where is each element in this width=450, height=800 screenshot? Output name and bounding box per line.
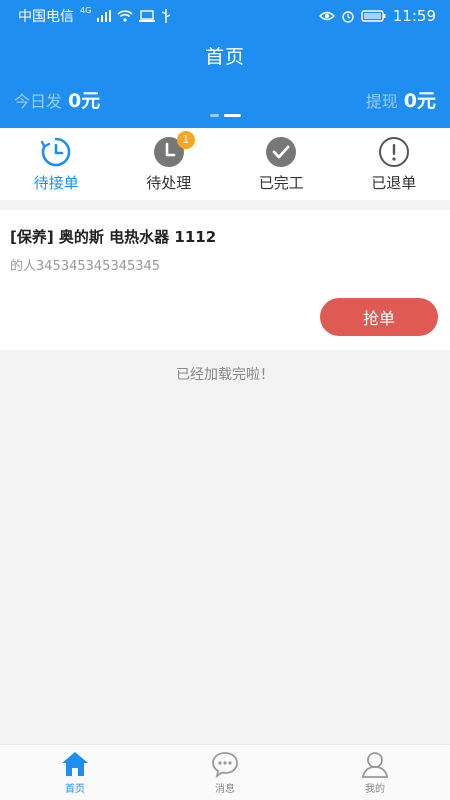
laptop-icon [139,10,156,22]
bottom-nav: 首页 消息 我的 [0,744,450,800]
tab-completed[interactable]: 已完工 [225,128,338,200]
tab-pending-accept[interactable]: 待接单 [0,128,113,200]
stat-withdraw[interactable]: 提现 0元 [366,86,436,113]
header: 中国电信 4G 11:59 首页 今日发 0元 提现 0元 [0,0,450,128]
pager-dots [0,114,450,117]
nav-item-home[interactable]: 首页 [0,745,150,800]
tab-pending-accept-label: 待接单 [33,174,79,192]
signal-icon [97,10,112,22]
carrier-label: 中国电信 [18,9,74,25]
eye-icon [318,11,335,21]
order-status-tabs: 待接单 1 待处理 已完工 已退单 [0,128,450,200]
network-label: 4G [80,6,92,15]
home-icon [62,752,88,776]
pager-dot [209,114,219,117]
clock-time: 11:59 [392,7,436,25]
list-end-message: 已经加载完啦！ [176,367,274,383]
message-icon [212,752,238,778]
order-title: [保养] 奥的斯 电热水器 1112 [10,228,217,246]
stat-today-value: 0元 [68,90,101,112]
tab-pending-process-label: 待处理 [146,174,192,192]
wifi-icon [117,10,133,22]
check-circle-icon [266,137,297,167]
usb-icon [161,9,171,23]
status-bar: 中国电信 4G 11:59 [0,0,450,32]
nav-messages-label: 消息 [215,784,235,795]
stat-today: 今日发 0元 [14,86,100,113]
order-subtitle: 的人345345345345345 [10,259,161,274]
user-icon [361,752,389,778]
stat-withdraw-label[interactable]: 提现 [366,88,398,112]
stat-today-label: 今日发 [14,92,63,111]
stat-withdraw-value: 0元 [403,90,436,112]
tab-returned[interactable]: 已退单 [338,128,450,200]
nav-item-messages[interactable]: 消息 [150,745,300,800]
tab-badge: 1 [176,131,195,149]
nav-profile-label: 我的 [365,784,385,795]
nav-home-label: 首页 [65,784,85,795]
exclamation-circle-icon [378,137,409,167]
nav-item-profile[interactable]: 我的 [300,745,450,800]
tab-completed-label: 已完工 [258,174,304,192]
pager-dot-active [223,114,241,117]
page-title: 首页 [204,46,245,68]
alarm-icon [342,11,354,23]
order-card[interactable]: [保养] 奥的斯 电热水器 1112 的人345345345345345 抢单 [0,210,450,350]
grab-order-button[interactable]: 抢单 [320,298,438,336]
tab-pending-process[interactable]: 1 待处理 [113,128,226,200]
header-stats: 今日发 0元 提现 0元 [14,86,436,113]
tab-returned-label: 已退单 [371,174,417,192]
battery-icon [361,10,386,22]
clock-icon [41,137,71,167]
